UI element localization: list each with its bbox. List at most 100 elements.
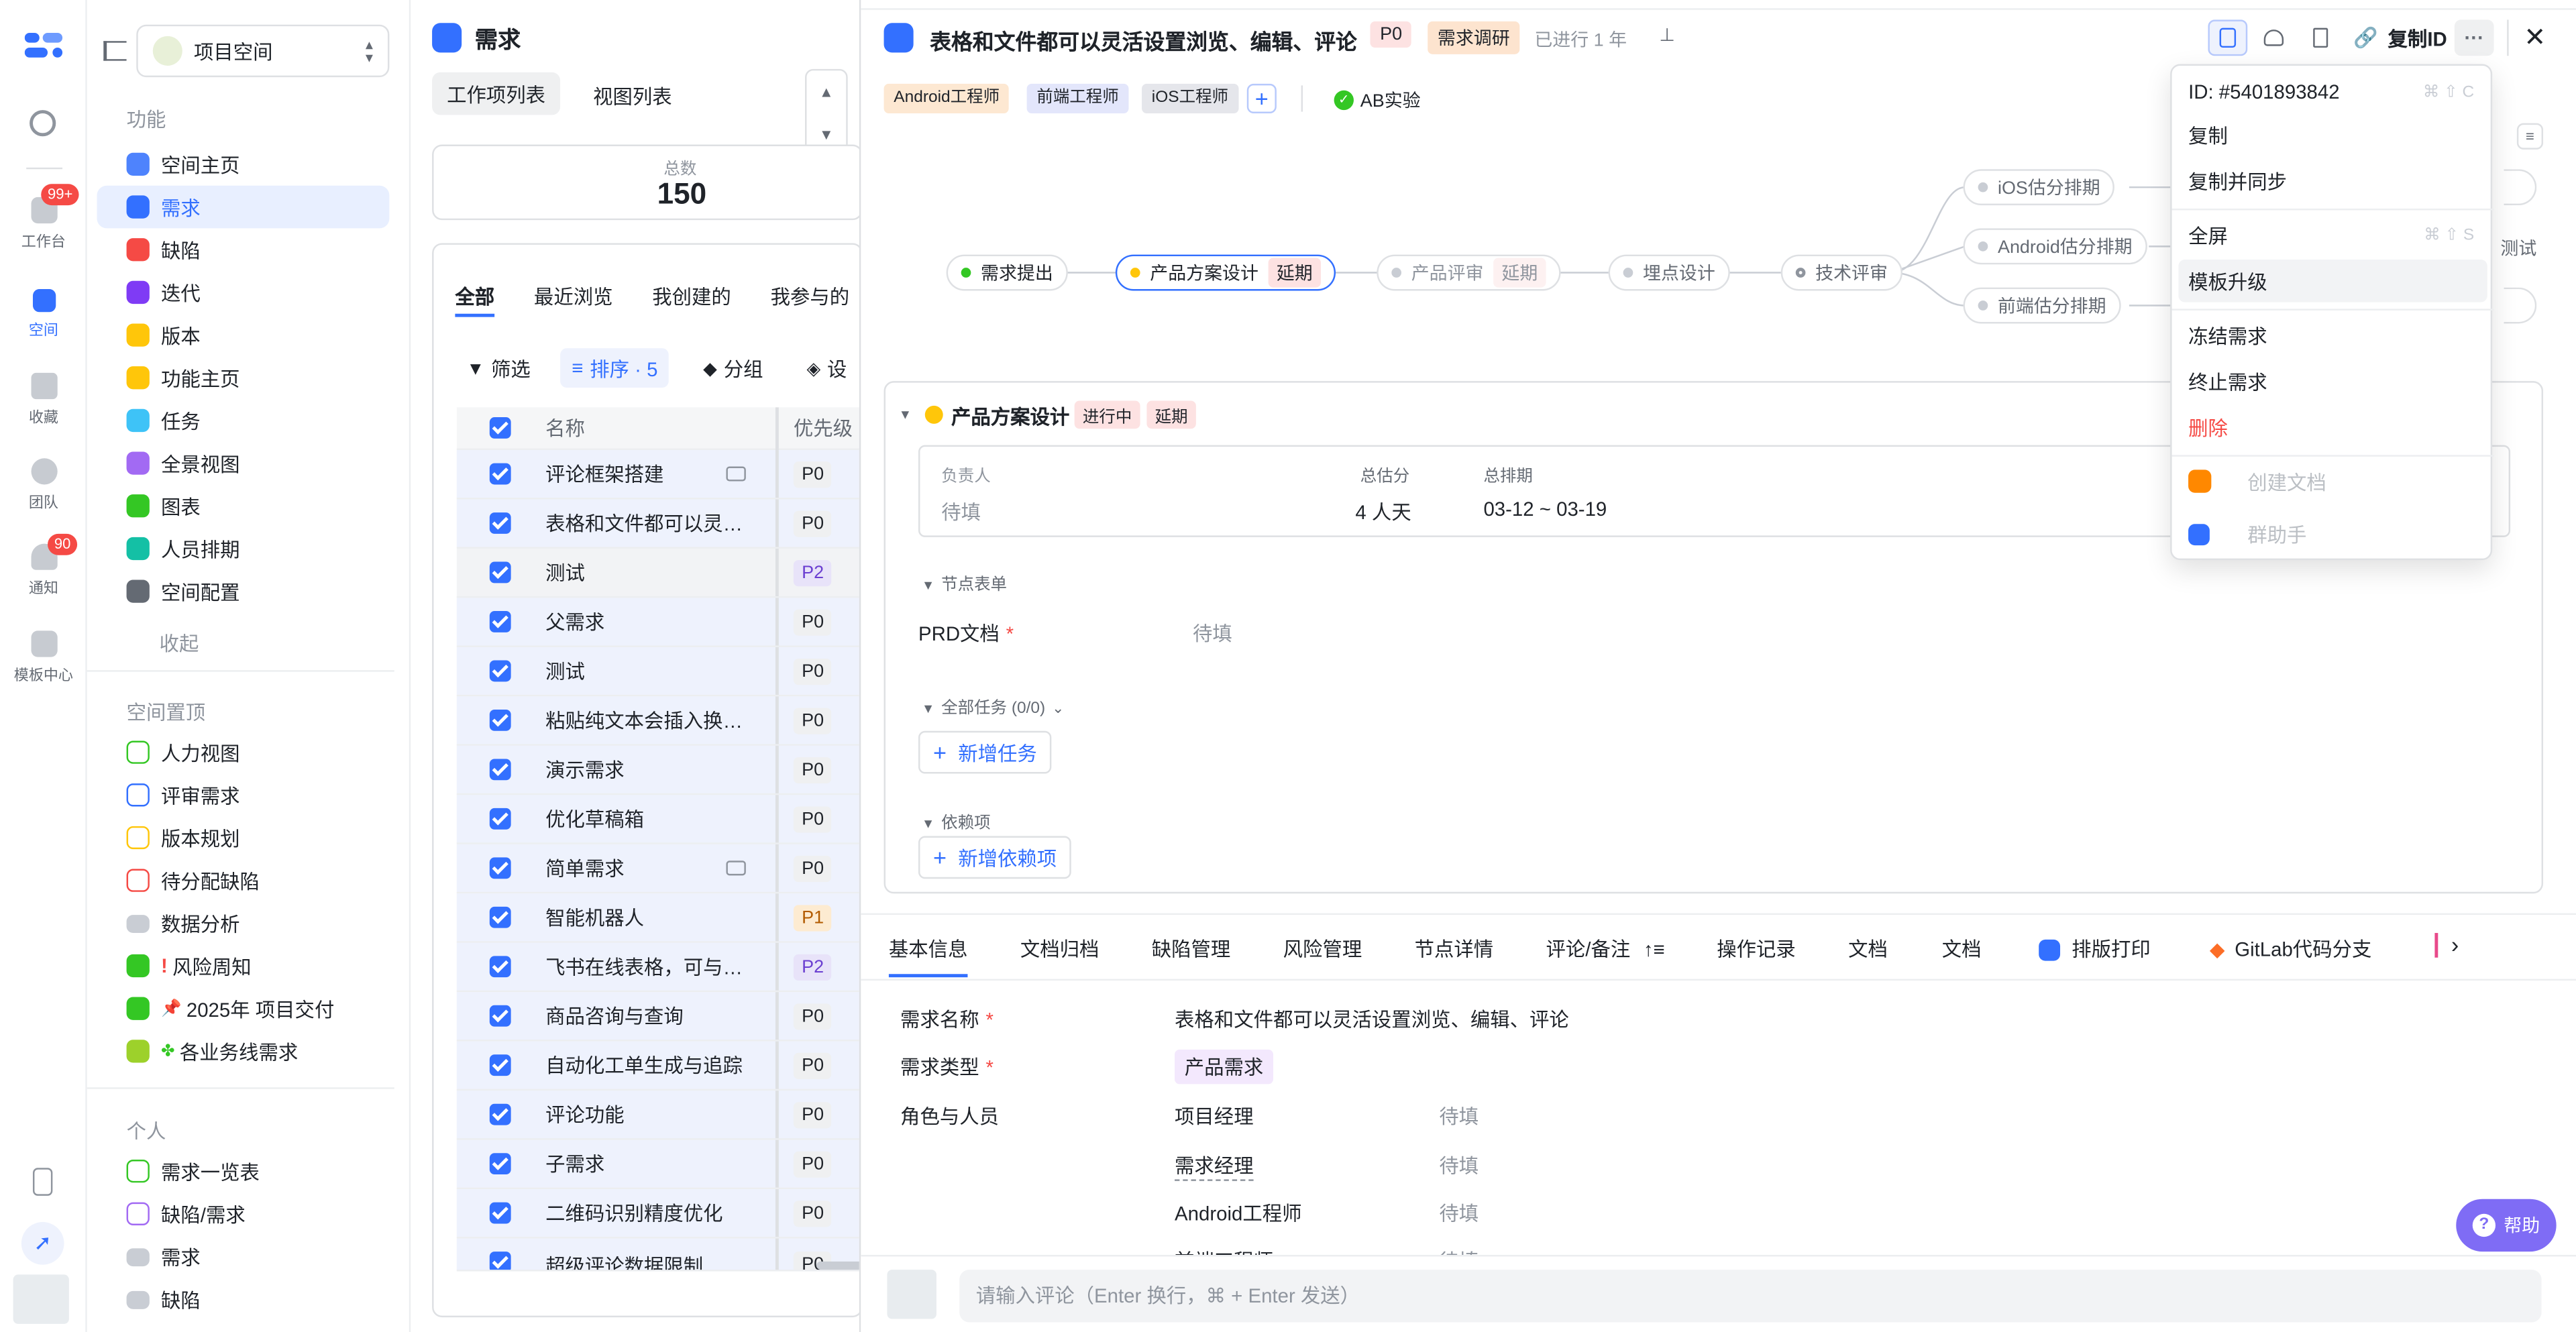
- personal-item-bugs[interactable]: 缺陷: [97, 1278, 389, 1321]
- flow-node-tech-review[interactable]: 技术评审: [1780, 254, 1902, 291]
- node-status-badge[interactable]: 进行中: [1074, 400, 1140, 429]
- members-button[interactable]: [2254, 19, 2294, 56]
- row-checkbox[interactable]: [489, 611, 511, 632]
- rail-team[interactable]: 团队: [0, 458, 87, 512]
- table-row[interactable]: 超级评论数据限制 P0: [456, 1238, 863, 1272]
- table-row[interactable]: 自动化工单生成与追踪 P0: [456, 1041, 863, 1091]
- row-checkbox[interactable]: [489, 1153, 511, 1175]
- role-req-manager-value[interactable]: 待填: [1439, 1152, 1479, 1180]
- row-checkbox[interactable]: [489, 463, 511, 485]
- bookmark-button[interactable]: [2300, 19, 2340, 56]
- ab-test-tag[interactable]: ✓ AB实验: [1334, 87, 1421, 113]
- comment-icon[interactable]: [726, 861, 746, 876]
- field-name-value[interactable]: 表格和文件都可以灵活设置浏览、编辑、评论: [1175, 1005, 1569, 1034]
- more-icon[interactable]: ···: [2454, 19, 2494, 56]
- copy-id-button[interactable]: 🔗 复制ID: [2346, 19, 2455, 56]
- prd-value[interactable]: 待填: [1193, 619, 1232, 647]
- field-type-value[interactable]: 产品需求: [1175, 1049, 1274, 1085]
- row-checkbox[interactable]: [489, 709, 511, 731]
- menu-item-id[interactable]: ID: #5401893842 ⌘ ⇧ C: [2178, 70, 2487, 113]
- row-checkbox[interactable]: [489, 759, 511, 781]
- row-checkbox[interactable]: [489, 512, 511, 534]
- pin-icon[interactable]: ⊥: [1659, 25, 1674, 46]
- personal-item-requirements[interactable]: 需求: [97, 1235, 389, 1278]
- row-checkbox[interactable]: [489, 1005, 511, 1027]
- tab-views[interactable]: 视图列表: [593, 82, 672, 110]
- table-row[interactable]: 智能机器人 P1: [456, 893, 863, 943]
- add-role-button[interactable]: +: [1246, 83, 1277, 113]
- row-checkbox[interactable]: [489, 956, 511, 978]
- sidebar-item-versions[interactable]: 版本: [97, 314, 389, 357]
- row-checkbox[interactable]: [489, 660, 511, 682]
- flow-view-toggle-icon[interactable]: ≡: [2516, 123, 2544, 150]
- points-value[interactable]: 4 人天: [1355, 498, 1411, 526]
- row-checkbox[interactable]: [489, 1252, 511, 1270]
- select-all-checkbox[interactable]: [489, 417, 511, 439]
- pinned-item-review[interactable]: 评审需求: [97, 773, 389, 816]
- rail-notifications[interactable]: 通知 90: [0, 533, 87, 598]
- table-row[interactable]: 粘贴纯文本会插入换行符 P0: [456, 696, 863, 746]
- form-section-toggle[interactable]: ▼ 节点表单: [922, 570, 1007, 595]
- menu-item-group-assistant[interactable]: 群助手: [2178, 512, 2487, 555]
- menu-item-copy[interactable]: 复制: [2178, 113, 2487, 156]
- schedule-value[interactable]: 03-12 ~ 03-19: [1483, 498, 1607, 520]
- stage-badge[interactable]: 需求调研: [1428, 21, 1520, 54]
- rail-templates[interactable]: 模板中心: [0, 630, 87, 685]
- detail-title[interactable]: 表格和文件都可以灵活设置浏览、编辑、评论: [930, 25, 1357, 56]
- flow-node-tracking[interactable]: 埋点设计: [1608, 254, 1730, 291]
- role-tag-frontend[interactable]: 前端工程师: [1026, 83, 1129, 113]
- pinned-item-business-lines[interactable]: ✤ 各业务线需求: [97, 1030, 389, 1073]
- table-row[interactable]: 二维码识别精度优化 P0: [456, 1189, 863, 1239]
- tab-node-details[interactable]: 节点详情: [1415, 934, 1494, 962]
- role-pm-value[interactable]: 待填: [1439, 1102, 1479, 1130]
- tab-operation-log[interactable]: 操作记录: [1717, 934, 1796, 962]
- table-row[interactable]: 评论功能 P0: [456, 1091, 863, 1140]
- role-tag-ios[interactable]: iOS工程师: [1142, 83, 1238, 113]
- table-row[interactable]: 飞书在线表格，可与团队成员实时共同编辑 P2: [456, 942, 863, 993]
- pinned-item-analytics[interactable]: 数据分析: [97, 902, 389, 945]
- table-row[interactable]: 测试 P2: [456, 548, 863, 598]
- sidebar-item-feature-home[interactable]: 功能主页: [97, 356, 389, 399]
- sidebar-item-bugs[interactable]: 缺陷: [97, 228, 389, 271]
- role-tag-android[interactable]: Android工程师: [883, 83, 1010, 113]
- rail-favorites[interactable]: 收藏: [0, 372, 87, 427]
- row-checkbox[interactable]: [489, 857, 511, 879]
- tab-basic-info[interactable]: 基本信息: [889, 934, 968, 962]
- rail-space[interactable]: 空间: [0, 289, 87, 340]
- tabs-next-icon[interactable]: ›: [2451, 932, 2459, 958]
- sidebar-item-scheduling[interactable]: 人员排期: [97, 527, 389, 570]
- mobile-icon[interactable]: [32, 1168, 53, 1196]
- table-row[interactable]: 测试 P0: [456, 647, 863, 697]
- tab-comments[interactable]: 评论/备注 ↑≡: [1546, 934, 1665, 962]
- flow-node-frontend-estimate[interactable]: 前端估分排期: [1963, 287, 2121, 324]
- flow-node-test[interactable]: 测试: [2500, 235, 2536, 261]
- comment-input[interactable]: 请输入评论（Enter 换行，⌘ + Enter 发送）: [959, 1270, 2542, 1323]
- table-row[interactable]: 演示需求 P0: [456, 745, 863, 795]
- table-row[interactable]: 商品咨询与查询 P0: [456, 992, 863, 1042]
- tab-doc-archive[interactable]: 文档归档: [1020, 934, 1099, 962]
- space-switcher[interactable]: 项目空间 ▴ ▾: [136, 24, 390, 78]
- pinned-item-version-plan[interactable]: 版本规划: [97, 816, 389, 859]
- filter-tab-all[interactable]: 全部: [455, 282, 494, 311]
- tab-gitlab[interactable]: ◆ GitLab代码分支: [2210, 934, 2371, 962]
- role-android-value[interactable]: 待填: [1439, 1199, 1479, 1227]
- group-button[interactable]: ◆ 分组: [703, 355, 763, 383]
- flow-node-review[interactable]: 产品评审 延期: [1377, 254, 1561, 291]
- collapse-sidebar-icon[interactable]: [103, 41, 127, 61]
- pinned-item-risk[interactable]: ! 风险周知: [97, 944, 389, 987]
- tab-print-layout[interactable]: 排版打印: [2039, 934, 2151, 962]
- personal-item-bug-req[interactable]: 缺陷/需求: [97, 1192, 389, 1235]
- owner-value[interactable]: 待填: [941, 498, 981, 526]
- comment-icon[interactable]: [726, 466, 746, 482]
- add-dependency-button[interactable]: + 新增依赖项: [918, 836, 1072, 879]
- close-icon[interactable]: ✕: [2517, 19, 2553, 56]
- document-view-button[interactable]: [2208, 19, 2248, 56]
- sort-button[interactable]: ≡ 排序 · 5: [560, 348, 669, 388]
- role-frontend-value[interactable]: 待填: [1439, 1241, 1479, 1255]
- sidebar-item-iterations[interactable]: 迭代: [97, 271, 389, 314]
- table-row[interactable]: 简单需求 P0: [456, 844, 863, 894]
- table-row[interactable]: 表格和文件都可以灵活设置浏览、编辑、评论 P0: [456, 499, 863, 549]
- tab-work-items[interactable]: 工作项列表: [432, 72, 561, 115]
- filter-tab-created[interactable]: 我创建的: [652, 282, 731, 311]
- priority-badge[interactable]: P0: [1370, 21, 1412, 48]
